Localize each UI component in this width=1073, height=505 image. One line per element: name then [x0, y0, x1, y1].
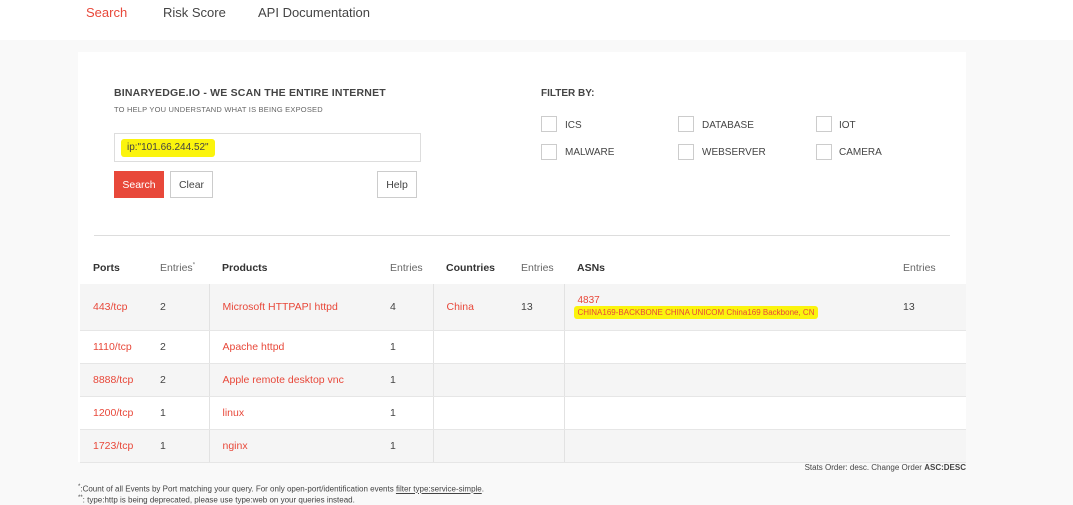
- empty-cell: [508, 330, 564, 364]
- page-subheadline: TO HELP YOU UNDERSTAND WHAT IS BEING EXP…: [114, 105, 323, 114]
- table-row: 8888/tcp 2 Apple remote desktop vnc 1: [80, 363, 966, 397]
- product-link[interactable]: nginx: [208, 429, 377, 463]
- stats-table: Ports Entries* Products Entries Countrie…: [80, 251, 966, 463]
- nav-api-documentation-link[interactable]: API Documentation: [258, 5, 370, 20]
- empty-cell: [432, 330, 508, 364]
- port-entries: 2: [147, 284, 209, 331]
- product-link[interactable]: Microsoft HTTPAPI httpd: [208, 284, 377, 331]
- filter-webserver-checkbox[interactable]: [678, 144, 694, 160]
- port-link[interactable]: 1200/tcp: [80, 396, 147, 430]
- filter-iot-checkbox[interactable]: [816, 116, 832, 132]
- country-link[interactable]: China: [432, 284, 508, 331]
- empty-cell: [432, 429, 508, 463]
- ports-header: Ports: [93, 261, 120, 274]
- port-entries: 2: [147, 363, 209, 397]
- port-link[interactable]: 443/tcp: [80, 284, 147, 331]
- port-link[interactable]: 1110/tcp: [80, 330, 147, 364]
- product-entries: 4: [377, 284, 433, 331]
- filter-webserver-label: WEBSERVER: [702, 147, 766, 158]
- filter-service-simple-link[interactable]: filter type:service-simple: [396, 485, 482, 494]
- empty-cell: [432, 363, 508, 397]
- countries-header: Countries: [446, 261, 496, 274]
- order-desc-link[interactable]: DESC: [944, 463, 966, 472]
- empty-cell: [508, 396, 564, 430]
- stats-order: Stats Order: desc. Change Order ASC:DESC: [804, 463, 966, 472]
- product-link[interactable]: linux: [208, 396, 377, 430]
- table-row: 443/tcp 2 Microsoft HTTPAPI httpd 4 Chin…: [80, 284, 966, 331]
- filter-iot-label: IOT: [839, 120, 856, 131]
- product-entries: 1: [377, 330, 433, 364]
- country-entries: 13: [508, 284, 564, 331]
- asn-number-link[interactable]: 4837: [578, 295, 891, 306]
- products-header: Products: [222, 261, 268, 274]
- port-entries: 1: [147, 396, 209, 430]
- filter-malware-checkbox[interactable]: [541, 144, 557, 160]
- filter-camera-label: CAMERA: [839, 147, 882, 158]
- filter-database-label: DATABASE: [702, 120, 754, 131]
- asn-entries-header: Entries: [903, 261, 936, 274]
- nav-risk-score-link[interactable]: Risk Score: [163, 5, 226, 20]
- asn-description: CHINA169-BACKBONE CHINA UNICOM China169 …: [573, 305, 819, 319]
- order-asc-link[interactable]: ASC: [924, 463, 941, 472]
- page-headline: BINARYEDGE.IO - WE SCAN THE ENTIRE INTER…: [114, 87, 386, 99]
- filter-malware-label: MALWARE: [565, 147, 615, 158]
- filter-database-checkbox[interactable]: [678, 116, 694, 132]
- port-entries: 1: [147, 429, 209, 463]
- product-entries-header: Entries: [390, 261, 423, 274]
- filter-camera-checkbox[interactable]: [816, 144, 832, 160]
- table-row: 1110/tcp 2 Apache httpd 1: [80, 330, 966, 364]
- port-entries: 2: [147, 330, 209, 364]
- empty-cell: [563, 330, 890, 364]
- nav-search-link[interactable]: Search: [86, 5, 127, 20]
- empty-cell: [890, 396, 966, 430]
- empty-cell: [508, 429, 564, 463]
- empty-cell: [563, 429, 890, 463]
- product-entries: 1: [377, 363, 433, 397]
- clear-button[interactable]: Clear: [170, 171, 213, 198]
- empty-cell: [563, 363, 890, 397]
- country-entries-header: Entries: [521, 261, 554, 274]
- footnote-http-deprecated: **: type:http is being deprecated, pleas…: [78, 495, 355, 505]
- empty-cell: [890, 330, 966, 364]
- search-query-text: ip:"101.66.244.52": [121, 139, 215, 157]
- filter-ics-label: ICS: [565, 120, 582, 131]
- filter-ics-checkbox[interactable]: [541, 116, 557, 132]
- footnote-count: *:Count of all Events by Port matching y…: [78, 484, 484, 494]
- asn-entries: 13: [890, 284, 966, 331]
- port-link[interactable]: 1723/tcp: [80, 429, 147, 463]
- top-navigation: Search Risk Score API Documentation: [0, 0, 1073, 40]
- asns-header: ASNs: [577, 261, 606, 274]
- table-row: 1723/tcp 1 nginx 1: [80, 429, 966, 463]
- empty-cell: [890, 363, 966, 397]
- product-entries: 1: [377, 396, 433, 430]
- section-divider: [94, 235, 950, 236]
- empty-cell: [890, 429, 966, 463]
- asn-cell[interactable]: 4837 CHINA169-BACKBONE CHINA UNICOM Chin…: [563, 284, 891, 331]
- help-button[interactable]: Help: [377, 171, 417, 198]
- product-link[interactable]: Apple remote desktop vnc: [208, 363, 377, 397]
- product-link[interactable]: Apache httpd: [208, 330, 377, 364]
- empty-cell: [563, 396, 890, 430]
- port-link[interactable]: 8888/tcp: [80, 363, 147, 397]
- product-entries: 1: [377, 429, 433, 463]
- table-header-row: Ports Entries* Products Entries Countrie…: [80, 251, 966, 284]
- table-row: 1200/tcp 1 linux 1: [80, 396, 966, 430]
- empty-cell: [508, 363, 564, 397]
- empty-cell: [432, 396, 508, 430]
- search-input[interactable]: ip:"101.66.244.52": [114, 133, 421, 162]
- search-button[interactable]: Search: [114, 171, 164, 198]
- filter-title: FILTER BY:: [541, 88, 595, 99]
- port-entries-header: Entries*: [160, 261, 196, 274]
